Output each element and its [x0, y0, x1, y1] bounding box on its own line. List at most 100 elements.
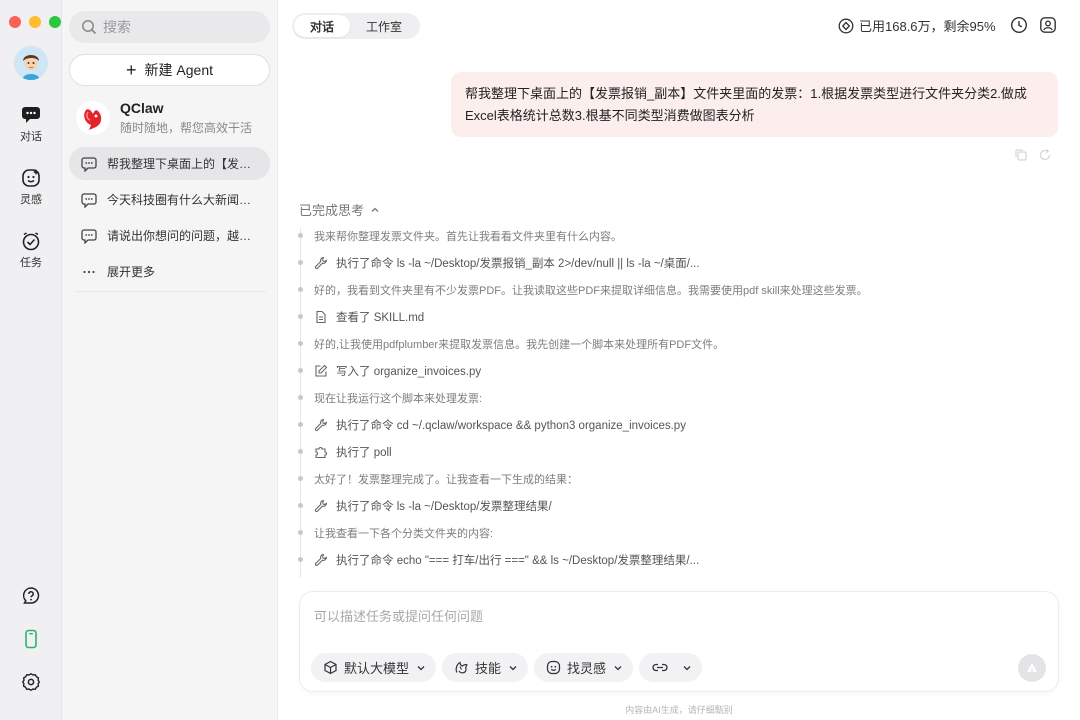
plus-icon: +	[126, 60, 137, 80]
composer-chips: 默认大模型 技能 找灵感	[311, 653, 703, 682]
wrench-icon	[314, 499, 327, 512]
new-agent-button[interactable]: + 新建 Agent	[69, 54, 270, 86]
history-icon[interactable]	[1010, 16, 1028, 34]
comment-icon	[81, 156, 97, 172]
phone-button[interactable]	[0, 629, 62, 649]
conversation-item[interactable]: 今天科技圈有什么大新闻，帮我总结一下	[69, 183, 270, 216]
more-dots-icon	[83, 270, 95, 273]
rail-item-inspiration[interactable]: 灵感	[0, 167, 62, 230]
help-icon	[22, 587, 40, 604]
left-rail: 对话 灵感 任务	[0, 0, 62, 720]
link-button[interactable]	[639, 653, 703, 682]
thinking-steps: 我来帮你整理发票文件夹。首先让我看看文件夹里有什么内容。 执行了命令 ls -l…	[298, 222, 1060, 573]
thinking-step: 好的，我看到文件夹里有不少发票PDF。让我读取这些PDF来提取详细信息。我需要使…	[298, 276, 1060, 303]
tab-studio[interactable]: 工作室	[350, 15, 418, 37]
thinking-step: 让我查看一下各个分类文件夹的内容:	[298, 519, 1060, 546]
tool-step[interactable]: 执行了命令 echo "=== 打车/出行 ===" && ls ~/Deskt…	[298, 546, 1060, 573]
close-window-button[interactable]	[9, 16, 21, 28]
sidebar: + 新建 Agent QClaw 随时随地，帮您高效干活 帮我整理下桌面上的【发…	[62, 0, 278, 720]
diamond-icon	[838, 18, 854, 33]
maximize-window-button[interactable]	[49, 16, 61, 28]
step-text: 执行了命令 echo "=== 打车/出行 ===" && ls ~/Deskt…	[336, 554, 700, 567]
step-text: 好的,让我使用pdfplumber来提取发票信息。我先创建一个脚本来处理所有PD…	[314, 338, 725, 351]
conversation-list: 帮我整理下桌面上的【发票报销_副本】文件夹里面的发票 今天科技圈有什么大新闻，帮…	[69, 147, 270, 291]
conversation-item[interactable]: 帮我整理下桌面上的【发票报销_副本】文件夹里面的发票	[69, 147, 270, 180]
wrench-icon	[314, 553, 327, 566]
composer: 默认大模型 技能 找灵感	[299, 591, 1059, 692]
message-actions	[1014, 148, 1052, 162]
settings-button[interactable]	[0, 672, 62, 692]
wrench-icon	[314, 256, 327, 269]
step-text: 我来帮你整理发票文件夹。首先让我看看文件夹里有什么内容。	[314, 230, 622, 243]
comment-icon	[81, 228, 97, 244]
step-text: 让我查看一下各个分类文件夹的内容:	[314, 527, 494, 540]
rail-item-label: 灵感	[20, 194, 42, 206]
main-panel: 对话 工作室 已用168.6万，剩余95% 帮我整理下桌面上的【发票报销_副本】…	[278, 0, 1080, 720]
tool-step[interactable]: 执行了命令 cd ~/.qclaw/workspace && python3 o…	[298, 411, 1060, 438]
rail-item-label: 任务	[20, 257, 42, 269]
send-button[interactable]	[1018, 654, 1046, 682]
search-input[interactable]	[103, 19, 253, 35]
skill-icon	[455, 661, 468, 674]
thinking-step: 好的,让我使用pdfplumber来提取发票信息。我先创建一个脚本来处理所有PD…	[298, 330, 1060, 357]
tool-step[interactable]: 查看了 SKILL.md	[298, 303, 1060, 330]
conversation-item[interactable]: 请说出你想问的问题，越具体越好	[69, 219, 270, 252]
search-icon	[82, 20, 97, 35]
thinking-step: 我来帮你整理发票文件夹。首先让我看看文件夹里有什么内容。	[298, 222, 1060, 249]
chevron-down-icon	[614, 665, 622, 670]
step-text: 执行了命令 cd ~/.qclaw/workspace && python3 o…	[336, 419, 686, 432]
tool-step[interactable]: 执行了命令 ls -la ~/Desktop/发票报销_副本 2>/dev/nu…	[298, 249, 1060, 276]
new-agent-label: 新建 Agent	[144, 62, 213, 78]
tool-step[interactable]: 执行了 poll	[298, 438, 1060, 465]
chevron-down-icon	[509, 665, 517, 670]
thinking-label: 已完成思考	[299, 203, 365, 218]
agent-card[interactable]: QClaw 随时随地，帮您高效干活	[76, 100, 252, 136]
usage-indicator[interactable]: 已用168.6万，剩余95%	[838, 16, 996, 35]
phone-icon	[25, 629, 37, 649]
thinking-step: 太好了！发票整理完成了。让我查看一下生成的结果：	[298, 465, 1060, 492]
step-text: 现在让我运行这个脚本来处理发票:	[314, 392, 483, 405]
refresh-icon[interactable]	[1038, 148, 1052, 162]
edit-icon	[315, 364, 328, 377]
minimize-window-button[interactable]	[29, 16, 41, 28]
step-text: 写入了 organize_invoices.py	[336, 365, 482, 378]
step-text: 执行了命令 ls -la ~/Desktop/发票报销_副本 2>/dev/nu…	[336, 257, 700, 270]
tool-step[interactable]: 执行了命令 ls -la ~/Desktop/发票整理结果/	[298, 492, 1060, 519]
cube-icon	[324, 660, 337, 675]
find-inspiration-button[interactable]: 找灵感	[534, 653, 634, 682]
chevron-up-icon	[371, 207, 379, 212]
chevron-down-icon	[417, 665, 425, 670]
step-text: 太好了！发票整理完成了。让我查看一下生成的结果：	[314, 473, 578, 486]
user-avatar[interactable]	[14, 46, 48, 80]
model-select-button[interactable]: 默认大模型	[311, 653, 437, 682]
prompt-input[interactable]	[314, 606, 1014, 634]
qclaw-logo-icon	[76, 101, 110, 135]
send-arrow-icon	[1027, 663, 1037, 673]
chat-icon	[20, 104, 42, 126]
expand-more-button[interactable]: 展开更多	[69, 255, 270, 288]
thinking-toggle[interactable]: 已完成思考	[299, 200, 380, 219]
window-controls	[9, 16, 61, 28]
top-fade	[278, 52, 1080, 70]
search-box[interactable]	[69, 11, 270, 43]
help-button[interactable]	[0, 586, 62, 606]
inspiration-icon	[20, 167, 42, 189]
skills-button[interactable]: 技能	[442, 653, 529, 682]
tab-chat[interactable]: 对话	[294, 15, 351, 37]
ai-disclaimer: 内容由AI生成，请仔细甄别	[625, 705, 733, 715]
profile-icon[interactable]	[1039, 16, 1057, 34]
step-text: 执行了命令 ls -la ~/Desktop/发票整理结果/	[336, 500, 552, 513]
step-text: 查看了 SKILL.md	[336, 311, 425, 324]
rail-item-chat[interactable]: 对话	[0, 104, 62, 167]
mode-tabs: 对话 工作室	[292, 13, 421, 39]
rail-item-task[interactable]: 任务	[0, 230, 62, 293]
wrench-icon	[314, 418, 327, 431]
agent-subtitle: 随时随地，帮您高效干活	[120, 121, 253, 135]
comment-icon	[81, 192, 97, 208]
divider	[76, 291, 266, 292]
expand-more-label: 展开更多	[107, 265, 156, 279]
tool-step[interactable]: 写入了 organize_invoices.py	[298, 357, 1060, 384]
copy-icon[interactable]	[1014, 148, 1028, 162]
conversation-title: 帮我整理下桌面上的【发票报销_副本】文件夹里面的发票	[107, 157, 255, 171]
settings-icon	[21, 672, 41, 692]
